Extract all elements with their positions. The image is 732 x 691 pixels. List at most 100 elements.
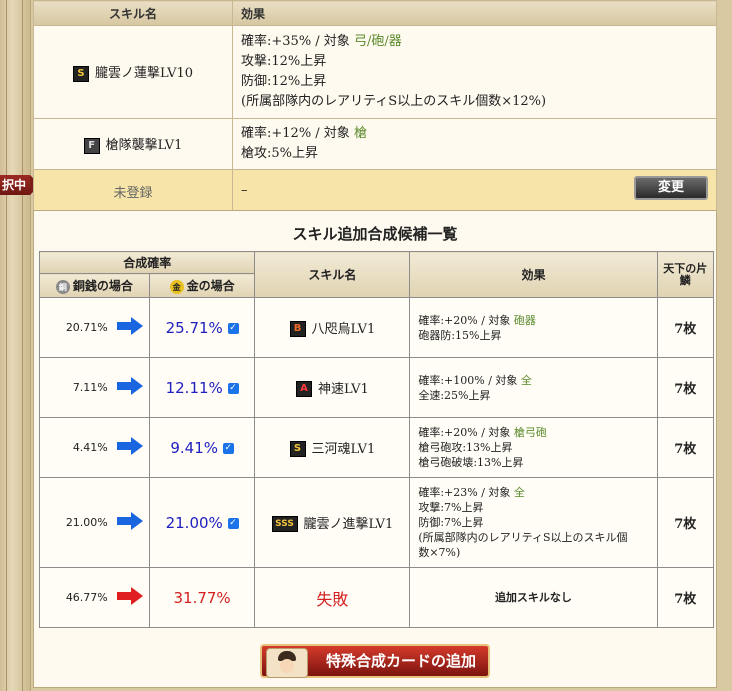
prob-header: 合成確率 [38,251,256,274]
rarity-f-icon: F [83,137,100,154]
target-type: 全 [513,486,525,499]
checkbox[interactable]: ✓ [227,382,239,394]
skill-name: 朧雲ノ蓮撃LV10 [94,66,194,82]
selected-tab-marker: 択中 [0,175,40,195]
skill-cell: A 神速LV1 [254,357,411,418]
copper-prob: 7.11% [72,381,108,394]
rarity-s-icon: S [72,65,89,82]
copper-coin-icon: 銅 [55,279,70,294]
target-type: 弓/砲/器 [353,34,402,49]
gold-header: 金金の場合 [148,273,256,298]
skill-cell: B 八咫烏LV1 [254,297,411,358]
prob-cell: 4.41% [39,417,150,478]
effect-cell: 確率:+20% / 対象 砲器 砲器防:15%上昇 [409,297,658,358]
skill-cell: S 三河魂LV1 [254,417,411,478]
effect-line: (所属部隊内のレアリティS以上のスキル個数×12%) [241,94,547,109]
count-header: 天下の片鱗 [656,251,715,298]
skill-header: スキル名 [254,251,411,298]
target-type: 槍弓砲 [513,426,547,439]
skill-name: 神速LV1 [318,381,369,397]
candidate-table: 合成確率 スキル名 効果 天下の片鱗 銅銅銭の場合 金金の場合 20.71% 2… [38,251,715,628]
count: 7枚 [656,417,715,478]
checkbox[interactable]: ✓ [222,442,234,454]
target-type: 槍 [353,126,367,141]
gold-prob: 21.00% [165,513,223,532]
arrow-right-icon [112,316,148,339]
effect-cell: 確率:+100% / 対象 全 全速:25%上昇 [409,357,658,418]
fail-label: 失敗 [254,567,411,628]
table-row: 4.41% 9.41% ✓ S 三河魂LV1 確率:+20% / 対象 槍弓砲 槍… [39,417,715,478]
rarity-b-icon: B [289,321,306,338]
count: 7枚 [656,567,715,628]
arrow-right-icon [112,511,148,534]
character-portrait-icon [266,648,308,678]
effect-line: 攻撃:12%上昇 [241,54,327,69]
effect-line: 確率:+12% / 対象 [241,126,354,141]
rarity-sss-icon: SSS [271,516,298,533]
skill-effect: 確率:+35% / 対象 弓/砲/器 攻撃:12%上昇 防御:12%上昇 (所属… [232,25,717,119]
checkbox[interactable]: ✓ [227,517,239,529]
prob-cell: 46.77% [39,567,150,628]
effect-line: 防御:7%上昇 [418,516,484,529]
skill-cell: SSS 朧雲ノ進撃LV1 [254,477,411,568]
checkbox[interactable]: ✓ [227,322,239,334]
copper-header: 銅銅銭の場合 [39,273,150,298]
effect-line: 確率:+23% / 対象 [418,486,514,499]
effect-line: 槍攻:5%上昇 [241,146,319,161]
skill-row: S 朧雲ノ蓮撃LV10 確率:+35% / 対象 弓/砲/器 攻撃:12%上昇 防… [33,25,717,119]
arrow-right-icon [112,376,148,399]
gold-prob: 25.71% [165,318,223,337]
target-type: 全 [520,373,532,387]
effect-line: 砲器防:15%上昇 [418,328,502,342]
unregistered-label: 未登録 [33,169,233,213]
skill-name: 槍隊襲撃LV1 [105,138,183,154]
no-skill-label: 追加スキルなし [409,567,658,628]
gold-prob-cell: 21.00% ✓ [148,477,256,568]
copper-label: 銅銭の場合 [72,279,133,293]
copper-prob: 46.77% [65,591,108,604]
table-row: 46.77% 31.77% 失敗 追加スキルなし 7枚 [39,567,715,628]
copper-prob: 20.71% [65,321,108,334]
skill-name-header: スキル名 [33,0,233,26]
effect-line: 防御:12%上昇 [241,74,327,89]
change-button[interactable]: 変更 [634,176,708,200]
gold-prob-cell: 9.41% ✓ [148,417,256,478]
arrow-right-icon [112,436,148,459]
skill-effect: 確率:+12% / 対象 槍 槍攻:5%上昇 [232,118,717,170]
effect-line: 攻撃:7%上昇 [418,501,484,514]
effect-line: 数×7%) [418,546,461,559]
effect-line: 確率:+20% / 対象 [418,313,514,327]
gold-prob: 9.41% [170,438,219,457]
arrow-right-red-icon [112,586,148,609]
skill-name: 三河魂LV1 [311,441,376,457]
effect-header: 効果 [232,0,717,26]
target-type: 砲器 [513,313,536,327]
skill-name: 朧雲ノ進撃LV1 [303,516,394,532]
effect-line: 確率:+20% / 対象 [418,426,514,439]
current-skills-table: スキル名 効果 S 朧雲ノ蓮撃LV10 確率:+35% / 対象 弓/砲/器 攻撃… [33,0,717,213]
skill-name: 八咫烏LV1 [311,321,376,337]
prob-cell: 20.71% [39,297,150,358]
table-row: 21.00% 21.00% ✓ SSS 朧雲ノ進撃LV1 確率:+23% / 対象… [39,477,715,568]
count: 7枚 [656,297,715,358]
effect-cell: 確率:+23% / 対象 全 攻撃:7%上昇 防御:7%上昇 (所属部隊内のレア… [409,477,658,568]
rarity-s-icon: S [289,441,306,458]
skill-row: F 槍隊襲撃LV1 確率:+12% / 対象 槍 槍攻:5%上昇 [33,118,717,170]
count: 7枚 [656,357,715,418]
empty-slot-row: 未登録 – 変更 [33,169,717,213]
prob-cell: 7.11% [39,357,150,418]
gold-coin-icon: 金 [169,279,184,294]
copper-prob: 21.00% [65,516,108,529]
add-special-card-button[interactable]: 特殊合成カードの追加 [260,644,490,678]
selected-tab-label: 択中 [2,178,27,192]
copper-prob: 4.41% [72,441,108,454]
candidate-panel: スキル追加合成候補一覧 合成確率 スキル名 効果 天下の片鱗 銅銅銭の場合 金金… [33,210,717,688]
effect-line: 槍弓砲破壊:13%上昇 [418,456,524,469]
rarity-a-icon: A [296,381,312,398]
add-special-card-label: 特殊合成カードの追加 [325,652,476,670]
effect-line: 確率:+100% / 対象 [418,373,521,387]
effect-cell: 確率:+20% / 対象 槍弓砲 槍弓砲攻:13%上昇 槍弓砲破壊:13%上昇 [409,417,658,478]
effect-line: 槍弓砲攻:13%上昇 [418,441,513,454]
panel-title: スキル追加合成候補一覧 [292,225,458,243]
effect-line: 全速:25%上昇 [418,388,491,402]
